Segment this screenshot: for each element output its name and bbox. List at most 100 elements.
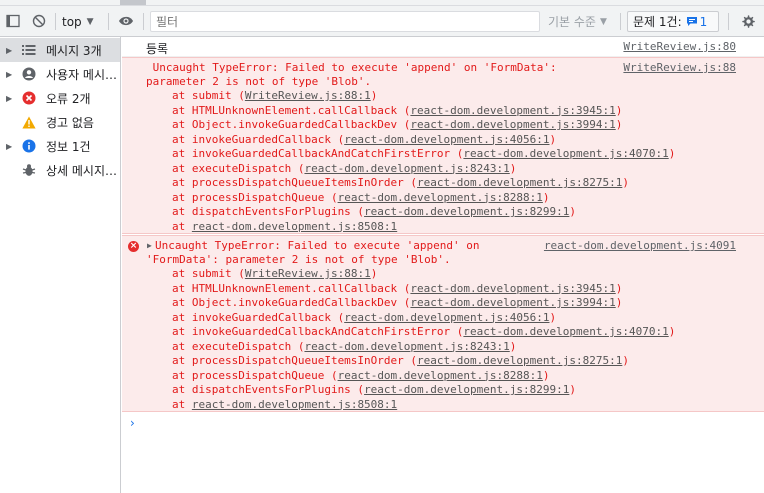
stack-link[interactable]: react-dom.development.js:4056:1: [344, 133, 549, 146]
stack-link[interactable]: react-dom.development.js:8299:1: [364, 383, 569, 396]
stack-link[interactable]: react-dom.development.js:8288:1: [338, 191, 543, 204]
stack-link[interactable]: react-dom.development.js:3945:1: [410, 104, 615, 117]
stack-link[interactable]: react-dom.development.js:8275:1: [417, 176, 622, 189]
stack-link[interactable]: react-dom.development.js:3994:1: [410, 296, 615, 309]
bug-icon: [22, 163, 36, 177]
log-text: 등록: [146, 42, 169, 56]
stack-end: ): [370, 267, 378, 280]
issues-label: 문제 1건:: [633, 15, 682, 29]
stack-fn: at submit (: [172, 89, 245, 102]
source-link[interactable]: react-dom.development.js:4091: [544, 239, 736, 252]
stack-fn: at invokeGuardedCallback (: [172, 310, 345, 324]
stack-link[interactable]: WriteReview.js:88:1: [245, 89, 371, 102]
toolbar-divider: [143, 13, 144, 30]
stack-link[interactable]: react-dom.development.js:8299:1: [364, 205, 569, 218]
stack-fn: at processDispatchQueueItemsInOrder (: [172, 176, 418, 189]
stack-fn: at Object.invokeGuardedCallbackDev (: [172, 118, 411, 131]
stack-fn: at processDispatchQueue (: [172, 190, 338, 204]
console-output: 등록 WriteReview.js:80 WriteReview.js:88 U…: [122, 37, 764, 493]
expand-arrow-icon[interactable]: ▶: [6, 46, 14, 55]
stack-link[interactable]: react-dom.development.js:8508:1: [192, 220, 397, 233]
expand-arrow-icon[interactable]: ▶: [6, 94, 14, 103]
stack-fn: at Object.invokeGuardedCallbackDev (: [172, 296, 411, 309]
stack-end: ): [549, 310, 557, 324]
error-text-line: Uncaught TypeError: Failed to execute 'a…: [146, 61, 557, 74]
toolbar-divider: [55, 13, 56, 30]
toolbar-divider: [108, 13, 109, 30]
stack-link[interactable]: react-dom.development.js:4056:1: [344, 311, 549, 324]
stack-link[interactable]: react-dom.development.js:8508:1: [192, 398, 397, 411]
stack-link[interactable]: react-dom.development.js:4070:1: [463, 325, 668, 338]
stack-end: ): [370, 89, 378, 102]
stack-frame: at submit (WriteReview.js:88:1): [172, 89, 377, 103]
expand-arrow-icon[interactable]: ▶: [6, 142, 14, 151]
stack-end: ): [569, 205, 576, 218]
sidebar-item-errors[interactable]: ▶ 오류 2개: [0, 86, 120, 110]
sidebar-toggle-button[interactable]: [4, 10, 22, 32]
console-settings-button[interactable]: [738, 10, 758, 32]
levels-label: 기본 수준: [548, 15, 596, 29]
expand-arrow-icon[interactable]: ▶: [6, 70, 14, 79]
expand-arrow-icon[interactable]: ▶: [147, 241, 152, 250]
stack-frame: at invokeGuardedCallback (react-dom.deve…: [172, 133, 556, 147]
issues-badge: 1: [686, 14, 708, 29]
stack-link[interactable]: react-dom.development.js:4070:1: [463, 147, 668, 160]
context-selector[interactable]: top ▼: [62, 12, 94, 31]
stack-frame: at executeDispatch (react-dom.developmen…: [172, 162, 516, 176]
error-text-line: parameter 2 is not of type 'Blob'.: [146, 75, 372, 88]
stack-link[interactable]: react-dom.development.js:3945:1: [410, 282, 615, 295]
stack-end: ): [668, 147, 676, 160]
stack-end: ): [615, 103, 623, 117]
error-message: × ▶ react-dom.development.js:4091 Uncaug…: [122, 235, 764, 412]
filter-input[interactable]: [150, 11, 540, 32]
error-icon: ×: [128, 241, 139, 252]
stack-fn: at invokeGuardedCallback (: [172, 132, 345, 146]
stack-frame: at Object.invokeGuardedCallbackDev (reac…: [172, 296, 622, 310]
sidebar-item-info[interactable]: ▶ 정보 1건: [0, 134, 120, 158]
source-link[interactable]: WriteReview.js:80: [623, 40, 736, 53]
stack-end: ): [569, 383, 576, 396]
dropdown-arrow-icon: ▼: [599, 16, 607, 27]
warning-icon: [22, 115, 36, 129]
stack-link[interactable]: react-dom.development.js:8243:1: [304, 340, 509, 353]
source-link[interactable]: WriteReview.js:88: [623, 61, 736, 74]
stack-link[interactable]: react-dom.development.js:3994:1: [410, 118, 615, 131]
stack-link[interactable]: react-dom.development.js:8288:1: [338, 369, 543, 382]
active-tab-indicator: [120, 0, 146, 5]
live-expression-button[interactable]: [116, 10, 136, 32]
stack-link[interactable]: react-dom.development.js:8243:1: [304, 162, 509, 175]
stack-fn: at invokeGuardedCallbackAndCatchFirstErr…: [172, 325, 464, 338]
issues-count: 1: [699, 14, 708, 29]
stack-fn: at processDispatchQueueItemsInOrder (: [172, 354, 418, 367]
issues-button[interactable]: 문제 1건: 1: [627, 11, 719, 32]
log-levels-dropdown[interactable]: 기본 수준 ▼: [548, 12, 607, 31]
stack-end: ): [509, 339, 517, 353]
sidebar-item-label: 메시지 3개: [46, 43, 102, 58]
sidebar-item-user-messages[interactable]: ▶ 사용자 메시지 없음: [0, 62, 120, 86]
sidebar-item-label: 사용자 메시지 없음: [46, 67, 120, 82]
error-text-line: Uncaught TypeError: Failed to execute 'a…: [155, 239, 480, 252]
sidebar-item-verbose[interactable]: 상세 메시지 없음: [0, 158, 120, 182]
console-prompt[interactable]: ›: [122, 413, 764, 435]
stack-link[interactable]: WriteReview.js:88:1: [245, 267, 371, 280]
dropdown-arrow-icon: ▼: [86, 16, 94, 27]
error-text-line: 'FormData': parameter 2 is not of type '…: [146, 253, 451, 266]
context-label: top: [62, 14, 82, 29]
stack-end: ): [622, 176, 629, 189]
stack-link[interactable]: react-dom.development.js:8275:1: [417, 354, 622, 367]
stack-fn: at executeDispatch (: [172, 161, 305, 175]
stack-end: ): [509, 161, 517, 175]
sidebar-toggle-icon: [6, 14, 20, 28]
sidebar-item-messages[interactable]: ▶ 메시지 3개: [0, 38, 120, 62]
stack-frame: at invokeGuardedCallbackAndCatchFirstErr…: [172, 147, 675, 161]
sidebar-item-warnings[interactable]: 경고 없음: [0, 110, 120, 134]
stack-frame: at executeDispatch (react-dom.developmen…: [172, 340, 516, 354]
stack-end: ): [615, 296, 623, 309]
stack-end: ): [542, 190, 550, 204]
stack-frame: at react-dom.development.js:8508:1: [172, 398, 397, 412]
stack-end: ): [622, 354, 629, 367]
stack-frame: at invokeGuardedCallback (react-dom.deve…: [172, 311, 556, 325]
clear-console-button[interactable]: [30, 10, 48, 32]
stack-frame: at Object.invokeGuardedCallbackDev (reac…: [172, 118, 622, 132]
issue-message-icon: [686, 17, 697, 26]
